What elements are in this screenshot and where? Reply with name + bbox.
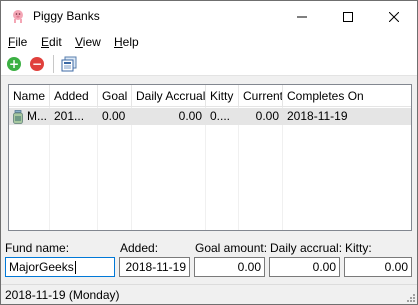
goal-amount-input[interactable]: 0.00 — [194, 257, 265, 277]
toolbar-separator — [53, 55, 54, 73]
column-header-completes-on[interactable]: Completes On — [283, 85, 411, 107]
status-text: 2018-11-19 (Monday) — [5, 288, 120, 302]
resize-grip-icon[interactable] — [405, 292, 415, 302]
piggy-bank-icon — [13, 10, 23, 23]
menu-file[interactable]: File — [8, 35, 27, 49]
app-window: Piggy Banks File Edit View Help + − Name… — [0, 0, 418, 305]
maximize-button[interactable] — [325, 1, 371, 32]
column-header-goal[interactable]: Goal — [98, 85, 132, 107]
kitty-label: Kitty: — [345, 241, 372, 255]
add-icon: + — [7, 57, 21, 71]
minimize-button[interactable] — [279, 1, 325, 32]
added-label: Added: — [120, 241, 159, 255]
minimize-icon — [297, 16, 307, 17]
remove-icon: − — [30, 57, 44, 71]
added-date-picker[interactable]: 2018-11-19 — [119, 257, 190, 277]
close-button[interactable] — [371, 1, 417, 32]
jar-icon — [13, 109, 23, 124]
window-title: Piggy Banks — [33, 9, 100, 23]
column-header-current[interactable]: Current — [239, 85, 283, 107]
column-header-kitty[interactable]: Kitty — [206, 85, 239, 107]
cell-kitty: 0.... — [210, 109, 231, 123]
menu-help[interactable]: Help — [114, 35, 139, 49]
fund-name-input[interactable]: MajorGeeks — [5, 257, 115, 277]
list-header: Name Added Goal Daily Accrual Kitty Curr… — [9, 85, 411, 107]
cell-completes-on: 2018-11-19 — [287, 109, 348, 123]
toolbar: + − — [1, 52, 417, 76]
column-header-added[interactable]: Added — [50, 85, 98, 107]
cell-goal: 0.00 — [102, 109, 126, 123]
menu-bar: File Edit View Help — [1, 32, 417, 52]
menu-edit[interactable]: Edit — [41, 35, 62, 49]
menu-view[interactable]: View — [75, 35, 101, 49]
column-header-daily-accrual[interactable]: Daily Accrual — [132, 85, 206, 107]
report-button[interactable] — [60, 55, 78, 73]
fund-name-cell: M... — [27, 109, 47, 123]
maximize-icon — [343, 11, 353, 22]
cell-daily-accrual: 0.00 — [178, 109, 202, 123]
daily-accrual-label: Daily accrual: — [270, 241, 343, 255]
kitty-input[interactable]: 0.00 — [344, 257, 412, 277]
list-item[interactable]: M... 201... 0.00 0.00 0.... 0.00 2018-11… — [9, 108, 411, 125]
status-bar: 2018-11-19 (Monday) — [1, 284, 417, 304]
cell-added: 201... — [54, 109, 85, 123]
cell-name: M... — [9, 108, 50, 125]
daily-accrual-input[interactable]: 0.00 — [269, 257, 340, 277]
title-bar[interactable]: Piggy Banks — [1, 1, 417, 32]
fund-name-label: Fund name: — [5, 241, 70, 255]
cell-current: 0.00 — [255, 109, 279, 123]
add-fund-button[interactable]: + — [5, 55, 23, 73]
report-icon — [61, 56, 77, 72]
close-icon — [389, 11, 399, 22]
column-header-name[interactable]: Name — [9, 85, 50, 107]
piggy-bank-list[interactable]: Name Added Goal Daily Accrual Kitty Curr… — [8, 84, 412, 231]
text-caret — [74, 261, 76, 275]
goal-amount-label: Goal amount: — [195, 241, 268, 255]
remove-fund-button[interactable]: − — [28, 55, 46, 73]
